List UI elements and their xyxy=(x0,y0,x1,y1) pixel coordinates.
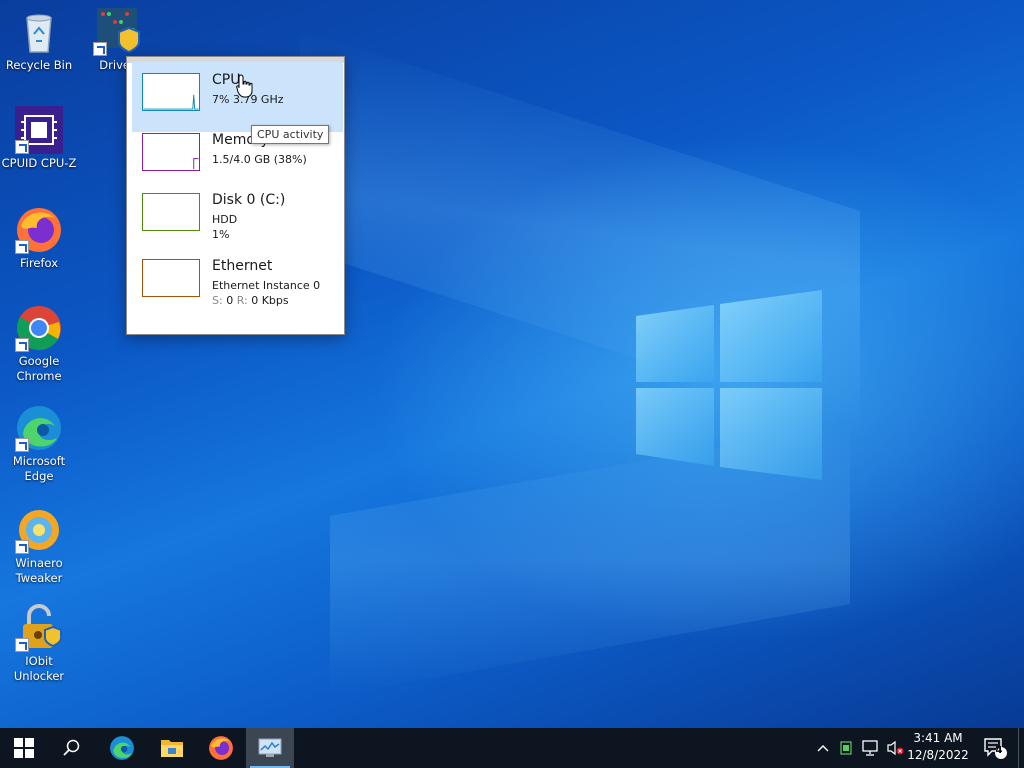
hand-cursor-icon xyxy=(236,74,253,98)
notification-count-badge: 4 xyxy=(995,745,1003,756)
desktop-icon-winaero-tweaker[interactable]: Winaero Tweaker xyxy=(0,506,78,586)
desktop-icon-label: Google Chrome xyxy=(16,354,62,383)
perf-detail: HDD xyxy=(212,213,238,226)
send-label: S: xyxy=(212,294,223,307)
firefox-icon xyxy=(209,736,233,760)
perf-detail: S: 0 R: 0 Kbps xyxy=(212,294,289,307)
shortcut-arrow-icon xyxy=(93,42,107,56)
show-desktop-button[interactable] xyxy=(1018,728,1024,768)
taskbar-task-manager[interactable] xyxy=(246,728,294,768)
taskbar-file-explorer[interactable] xyxy=(148,728,196,768)
desktop-icon-chrome[interactable]: Google Chrome xyxy=(0,304,78,384)
tooltip: CPU activity xyxy=(251,125,330,144)
volume-tray-button[interactable] xyxy=(884,728,906,768)
cpu-tray-icon xyxy=(840,741,852,755)
volume-muted-icon xyxy=(887,740,904,756)
desktop-icon-label: CPUID CPU-Z xyxy=(1,156,77,170)
desktop-icon-cpuz[interactable]: CPUID CPU-Z xyxy=(0,106,78,171)
cpu-graph xyxy=(142,73,200,111)
desktop: Recycle Bin Driver CPUID CPU-Z Firefox G… xyxy=(0,0,1024,728)
perf-item-disk[interactable]: Disk 0 (C:) HDD 1% xyxy=(132,182,343,252)
receive-value: 0 Kbps xyxy=(251,294,289,307)
receive-label: R: xyxy=(236,294,248,307)
shortcut-arrow-icon xyxy=(15,540,29,554)
desktop-icon-recycle-bin[interactable]: Recycle Bin xyxy=(0,8,78,73)
windows-start-icon xyxy=(14,738,34,758)
desktop-icon-label: Firefox xyxy=(19,256,59,270)
send-value: 0 xyxy=(226,294,234,307)
perf-detail: 1% xyxy=(212,228,230,241)
recycle-bin-icon xyxy=(26,14,52,53)
start-button[interactable] xyxy=(0,728,48,768)
taskbar: 3:41 AM 12/8/2022 4 xyxy=(0,728,1024,768)
clock-date: 12/8/2022 xyxy=(907,748,969,762)
search-icon xyxy=(63,739,80,756)
desktop-icon-iobit-unlocker[interactable]: IObit Unlocker xyxy=(0,604,78,684)
perf-item-ethernet[interactable]: Ethernet Ethernet Instance 0 S: 0 R: 0 K… xyxy=(132,248,343,318)
shortcut-arrow-icon xyxy=(15,140,29,154)
edge-icon xyxy=(110,736,134,760)
perf-name: Disk 0 (C:) xyxy=(212,192,286,208)
action-center-button[interactable]: 4 xyxy=(978,728,1012,768)
show-hidden-icons-button[interactable] xyxy=(812,728,834,768)
desktop-icon-label: Microsoft Edge xyxy=(12,454,66,483)
taskbar-firefox[interactable] xyxy=(197,728,245,768)
tray-app-icon[interactable] xyxy=(836,728,856,768)
disk-graph xyxy=(142,193,200,231)
perf-name: Ethernet xyxy=(212,258,273,274)
desktop-icon-edge[interactable]: Microsoft Edge xyxy=(0,404,78,484)
network-tray-button[interactable] xyxy=(858,728,882,768)
perf-detail: 1.5/4.0 GB (38%) xyxy=(212,153,307,166)
windows-logo-wallpaper xyxy=(636,290,822,480)
network-icon xyxy=(862,740,878,756)
desktop-icon-label: IObit Unlocker xyxy=(13,654,65,683)
folder-icon xyxy=(161,740,183,757)
memory-graph xyxy=(142,133,200,171)
desktop-icon-firefox[interactable]: Firefox xyxy=(0,206,78,271)
desktop-icon-label: Winaero Tweaker xyxy=(15,556,63,585)
perf-detail: Ethernet Instance 0 xyxy=(212,279,321,292)
clock[interactable]: 3:41 AM 12/8/2022 xyxy=(905,730,971,766)
shortcut-arrow-icon xyxy=(15,338,29,352)
task-manager-icon xyxy=(258,738,282,757)
shortcut-arrow-icon xyxy=(15,638,29,652)
clock-time: 3:41 AM xyxy=(913,731,963,745)
shortcut-arrow-icon xyxy=(15,240,29,254)
search-button[interactable] xyxy=(48,728,96,768)
chevron-up-icon xyxy=(817,745,829,752)
desktop-icon-label: Recycle Bin xyxy=(5,58,73,72)
ethernet-graph xyxy=(142,259,200,297)
taskbar-edge[interactable] xyxy=(98,728,146,768)
shortcut-arrow-icon xyxy=(15,438,29,452)
